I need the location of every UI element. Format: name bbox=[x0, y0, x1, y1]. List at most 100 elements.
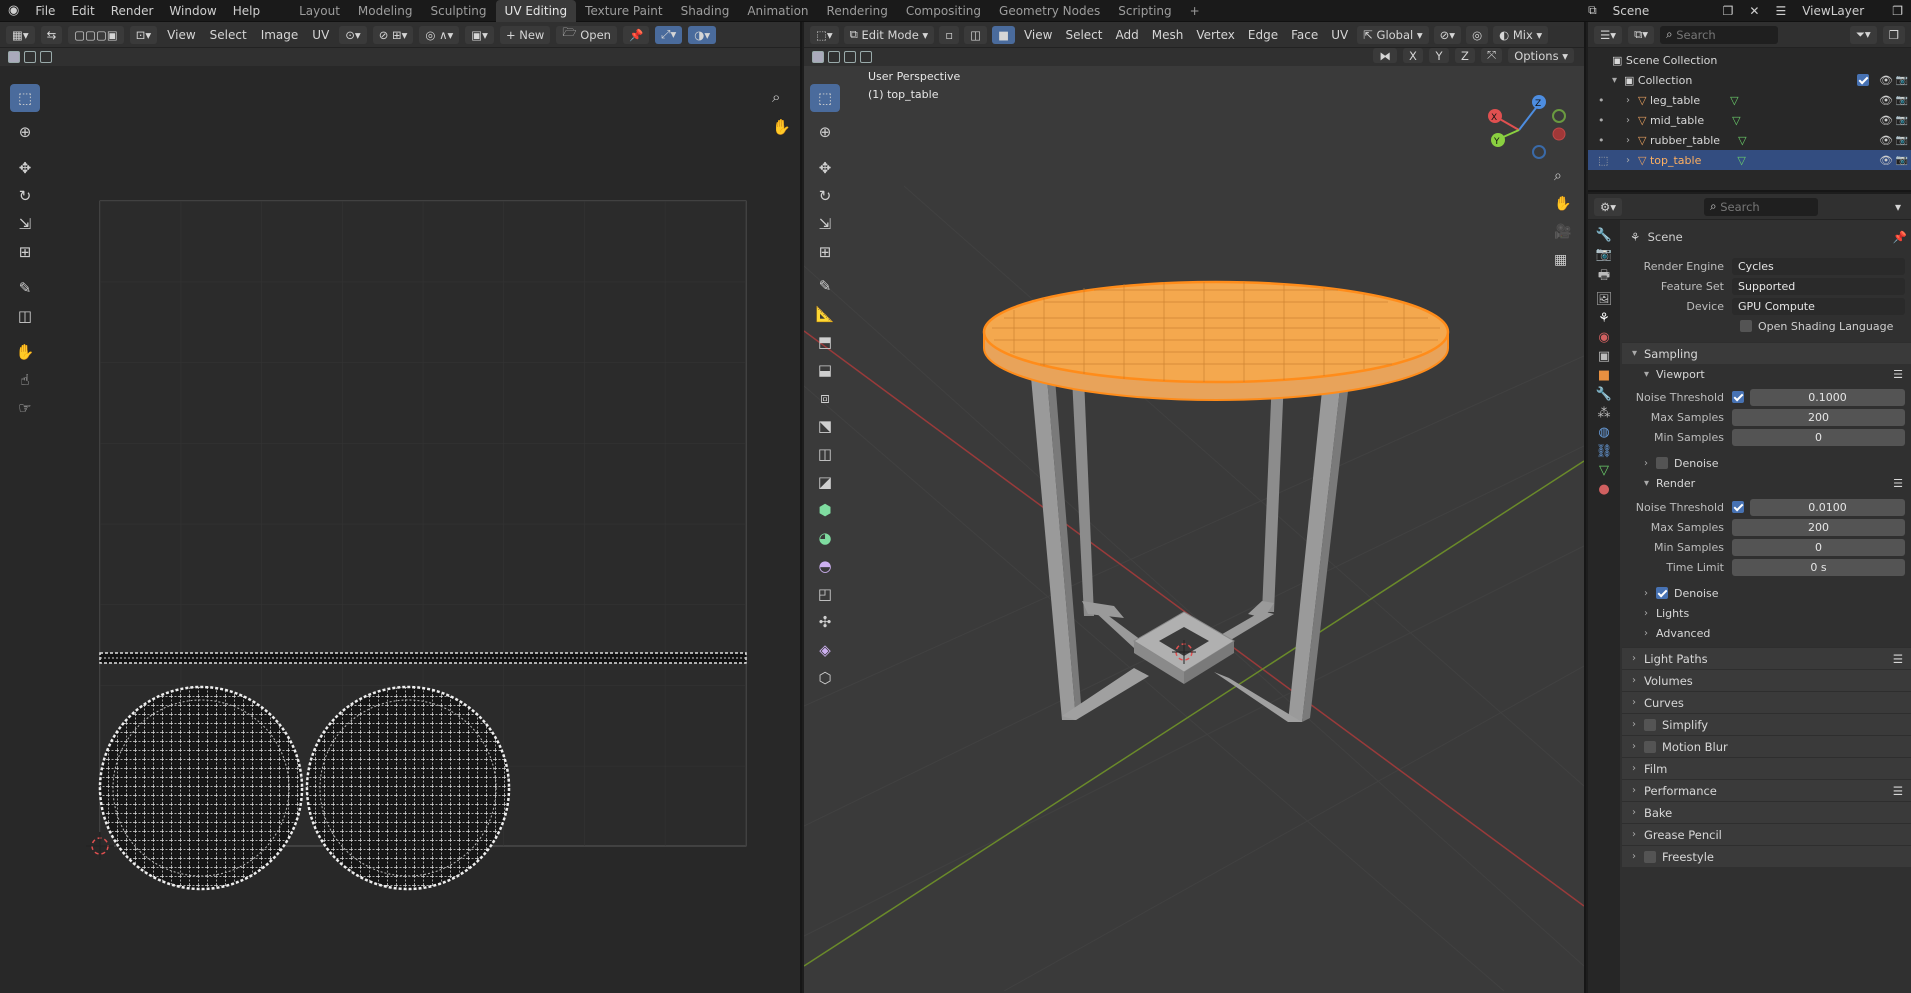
loop-cut-tool-icon[interactable]: ◫ bbox=[810, 440, 840, 468]
snap-toggle-icon[interactable]: ⊘▾ bbox=[1433, 25, 1462, 44]
view-layer-icon[interactable]: ☰ bbox=[1767, 4, 1794, 18]
osl-checkbox[interactable] bbox=[1740, 320, 1752, 332]
tab-texture-paint[interactable]: Texture Paint bbox=[576, 0, 671, 22]
render-engine-dropdown[interactable]: Cycles bbox=[1732, 257, 1905, 275]
bevel-tool-icon[interactable]: ⬔ bbox=[810, 412, 840, 440]
uv-menu-image[interactable]: Image bbox=[257, 28, 303, 42]
snap-icon[interactable]: ⊘ ⊞▾ bbox=[372, 25, 414, 44]
vp-zoom-icon[interactable]: ⌕ bbox=[1554, 168, 1571, 184]
add-cube-tool-icon[interactable]: ⬒ bbox=[810, 328, 840, 356]
viewport-denoise-checkbox[interactable] bbox=[1656, 457, 1668, 469]
menu-help[interactable]: Help bbox=[225, 4, 268, 18]
render-tab-icon[interactable]: 📷 bbox=[1596, 247, 1612, 262]
tab-shading[interactable]: Shading bbox=[672, 0, 739, 22]
particles-tab-icon[interactable]: ⁂ bbox=[1598, 406, 1611, 421]
outliner-item-leg-table[interactable]: • › ▽ leg_table ▽ 👁 📷 bbox=[1588, 90, 1911, 110]
vp-menu-vertex[interactable]: Vertex bbox=[1192, 28, 1239, 42]
tab-sculpting[interactable]: Sculpting bbox=[422, 0, 496, 22]
simplify-panel[interactable]: › Simplify bbox=[1622, 713, 1911, 735]
tab-geometry-nodes[interactable]: Geometry Nodes bbox=[990, 0, 1109, 22]
light-paths-panel[interactable]: › Light Paths ☰ bbox=[1622, 647, 1911, 669]
transform-orientation[interactable]: ⇱ Global ▾ bbox=[1357, 25, 1429, 44]
face-select-icon[interactable]: ■ bbox=[992, 25, 1015, 44]
collection-tab-icon[interactable]: ▣ bbox=[1598, 349, 1610, 364]
new-scene-icon[interactable]: ❐ bbox=[1715, 4, 1742, 18]
vp-select-extend-icon[interactable] bbox=[828, 51, 840, 63]
proportional-icon[interactable]: ◎ ∧▾ bbox=[419, 25, 460, 44]
shading-mix[interactable]: ◐ Mix ▾ bbox=[1493, 25, 1549, 44]
mode-selector[interactable]: ⧉ Edit Mode ▾ bbox=[843, 25, 935, 44]
viewport-noise-checkbox[interactable] bbox=[1732, 391, 1744, 403]
editor-type-icon[interactable]: ▦▾ bbox=[6, 25, 35, 44]
collection-row[interactable]: ▾ ▣ Collection 👁 📷 bbox=[1588, 70, 1911, 90]
menu-file[interactable]: File bbox=[27, 4, 63, 18]
properties-search[interactable]: ⌕ Search bbox=[1704, 197, 1819, 216]
open-image-button[interactable]: 🗁 Open bbox=[556, 25, 617, 44]
viewport-scene[interactable]: Z X Y bbox=[804, 66, 1584, 991]
constraints-tab-icon[interactable]: ⛓ bbox=[1596, 444, 1613, 459]
collection-visibility-icon[interactable]: 👁 bbox=[1879, 74, 1893, 87]
vp-rotate-tool-icon[interactable]: ↻ bbox=[810, 182, 840, 210]
new-view-layer-icon[interactable]: ❐ bbox=[1884, 4, 1911, 18]
rip-region-tool-icon[interactable]: ⬡ bbox=[810, 664, 840, 692]
select-extend-icon[interactable] bbox=[24, 51, 36, 63]
smooth-tool-icon[interactable]: ◓ bbox=[810, 552, 840, 580]
viewport-max-field[interactable]: 200 bbox=[1732, 408, 1905, 426]
properties-type-icon[interactable]: ⚙▾ bbox=[1594, 197, 1623, 216]
vp-move-tool-icon[interactable]: ✥ bbox=[810, 154, 840, 182]
simplify-checkbox[interactable] bbox=[1644, 718, 1656, 731]
bake-panel[interactable]: › Bake bbox=[1622, 801, 1911, 823]
render-min-field[interactable]: 0 bbox=[1732, 538, 1905, 556]
leg-table-expand-icon[interactable]: › bbox=[1626, 95, 1638, 106]
scene-name[interactable]: Scene bbox=[1605, 4, 1715, 18]
mirror-y-button[interactable]: Y bbox=[1428, 48, 1449, 63]
vp-menu-select[interactable]: Select bbox=[1061, 28, 1106, 42]
viewport-subpanel-header[interactable]: ▾ Viewport ☰ bbox=[1622, 364, 1911, 384]
edge-select-icon[interactable]: ◫ bbox=[964, 25, 988, 44]
new-image-button[interactable]: + New bbox=[499, 25, 551, 44]
collection-expand-icon[interactable]: ▾ bbox=[1612, 75, 1624, 86]
outliner-type-icon[interactable]: ☰▾ bbox=[1594, 25, 1623, 44]
uv-menu-select[interactable]: Select bbox=[206, 28, 251, 42]
vp-menu-face[interactable]: Face bbox=[1287, 28, 1322, 42]
sticky-select-icon[interactable]: ⊡▾ bbox=[129, 25, 158, 44]
vp-menu-uv[interactable]: UV bbox=[1327, 28, 1352, 42]
vp-select-new-icon[interactable] bbox=[812, 51, 824, 63]
remove-scene-icon[interactable]: ✕ bbox=[1741, 4, 1767, 18]
light-paths-presets-icon[interactable]: ☰ bbox=[1893, 652, 1903, 666]
motion-blur-panel[interactable]: › Motion Blur bbox=[1622, 735, 1911, 757]
render-noise-checkbox[interactable] bbox=[1732, 501, 1744, 513]
vp-menu-edge[interactable]: Edge bbox=[1244, 28, 1282, 42]
uv-island-strip[interactable] bbox=[99, 652, 747, 664]
viewport-denoise-row[interactable]: › Denoise bbox=[1622, 453, 1911, 473]
filter-icon[interactable]: ⏷▾ bbox=[1849, 25, 1877, 44]
outliner-item-top-table[interactable]: ⬚ › ▽ top_table ▽ 👁 📷 bbox=[1588, 150, 1911, 170]
vp-annotate-tool-icon[interactable]: ✎ bbox=[810, 272, 840, 300]
shrink-fatten-tool-icon[interactable]: ✣ bbox=[810, 608, 840, 636]
spin-tool-icon[interactable]: ◕ bbox=[810, 524, 840, 552]
scene-collection-row[interactable]: ▣ Scene Collection bbox=[1588, 50, 1911, 70]
image-browse-icon[interactable]: ▣▾ bbox=[465, 25, 494, 44]
display-mode-icon[interactable]: ⧉▾ bbox=[1628, 25, 1655, 44]
edge-slide-tool-icon[interactable]: ◰ bbox=[810, 580, 840, 608]
mirror-icon[interactable]: ⧓ bbox=[1373, 48, 1397, 63]
proportional-edit-icon[interactable]: ◎ bbox=[1466, 25, 1489, 44]
menu-edit[interactable]: Edit bbox=[63, 4, 102, 18]
inset-tool-icon[interactable]: ⧈ bbox=[810, 384, 840, 412]
auto-merge-icon[interactable]: ⤧ bbox=[1480, 48, 1503, 63]
object-tab-icon[interactable]: ■ bbox=[1598, 368, 1610, 383]
shear-tool-icon[interactable]: ◈ bbox=[810, 636, 840, 664]
table-top-selected[interactable] bbox=[982, 280, 1450, 401]
output-tab-icon[interactable]: 🖶 bbox=[1598, 266, 1610, 288]
device-dropdown[interactable]: GPU Compute bbox=[1732, 297, 1905, 315]
physics-tab-icon[interactable]: ◍ bbox=[1598, 425, 1609, 440]
extrude-tool-icon[interactable]: ⬓ bbox=[810, 356, 840, 384]
blender-logo-icon[interactable]: ◉ bbox=[0, 3, 27, 18]
render-denoise-row[interactable]: › Denoise bbox=[1622, 583, 1911, 603]
pivot-icon[interactable]: ⊙▾ bbox=[339, 25, 367, 44]
render-denoise-checkbox[interactable] bbox=[1656, 587, 1668, 599]
vp-ortho-icon[interactable]: ▦ bbox=[1554, 252, 1571, 268]
select-box-mode-icon[interactable] bbox=[8, 51, 20, 63]
lights-subpanel[interactable]: › Lights bbox=[1622, 603, 1911, 623]
tab-rendering[interactable]: Rendering bbox=[818, 0, 897, 22]
